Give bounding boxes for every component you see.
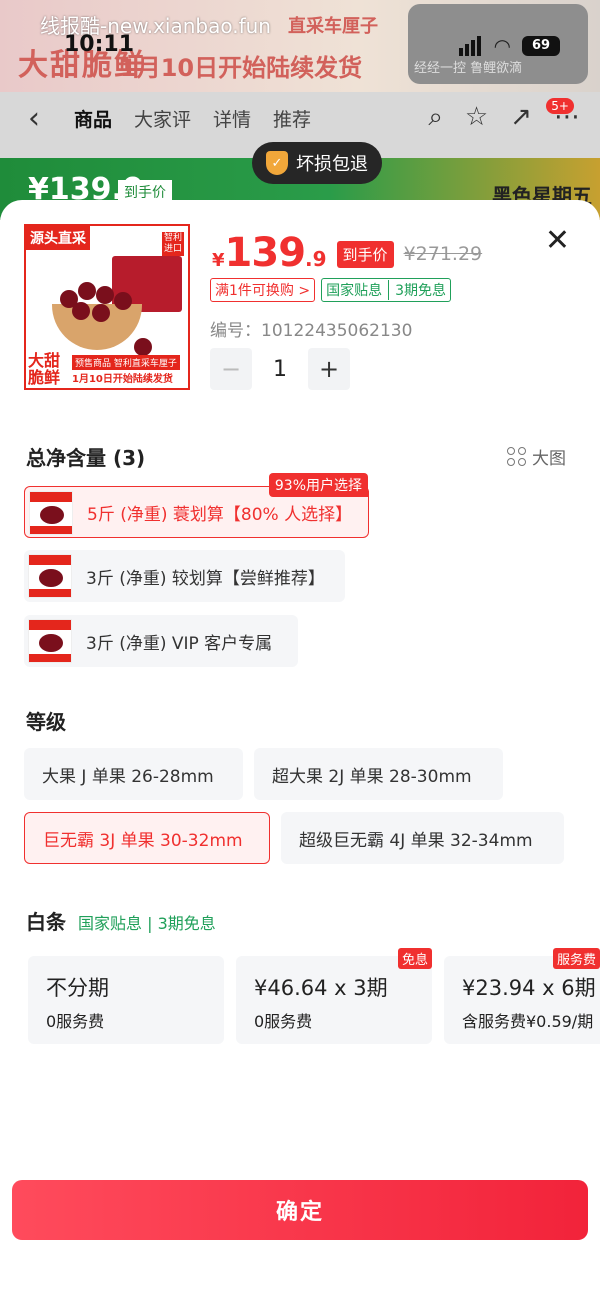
image-presale: 预售商品 智利直采车厘子 (72, 355, 180, 370)
banner-subtitle: 1月10日开始陆续发货 (120, 54, 363, 82)
installment-title: 白条 (26, 910, 66, 934)
divider (388, 280, 390, 300)
tab-details[interactable]: 详情 (213, 105, 251, 132)
big-view-button[interactable]: 大图 (507, 444, 566, 469)
exchange-promo[interactable]: 满1件可换购 > (210, 278, 316, 302)
volume-option-vip[interactable]: 3斤 (净重) VIP 客户专属 (24, 615, 298, 667)
installment-option-6[interactable]: ¥23.94 x 6期 含服务费¥0.59/期 服务费 (444, 948, 600, 1044)
toast-damage-refund: ✓ 坏损包退 (252, 142, 382, 184)
option-label: 3斤 (净重) 较划算【尝鲜推荐】 (86, 568, 325, 589)
volume-title: 总净含量 (3) (26, 446, 146, 470)
volume-option-3jin[interactable]: 3斤 (净重) 较划算【尝鲜推荐】 (24, 550, 345, 602)
nav-icons: ⌕ ☆ ↗ ⋯ 5+ (428, 98, 580, 133)
grade-option-2j[interactable]: 超大果 2J 单果 28-30mm (254, 748, 503, 800)
popular-badge: 93%用户选择 (268, 473, 368, 497)
sku-number: 编号：10122435062130 (210, 321, 413, 341)
tab-reviews[interactable]: 大家评 (134, 105, 191, 132)
installment-fee: 0服务费 (254, 1012, 313, 1031)
subsidy-label: 国家贴息 (326, 283, 383, 299)
installment-subtitle: 国家贴息 | 3期免息 (78, 914, 216, 933)
big-view-label: 大图 (532, 449, 566, 469)
grid-icon (507, 447, 526, 466)
search-icon[interactable]: ⌕ (428, 102, 443, 133)
back-icon[interactable]: ‹ (28, 101, 40, 136)
grade-option-4j[interactable]: 超级巨无霸 4J 单果 32-34mm (281, 812, 564, 864)
signal-icon (458, 36, 483, 56)
service-fee-badge: 服务费 (552, 948, 600, 969)
installment-fee: 含服务费¥0.59/期 (462, 1012, 594, 1031)
image-ship-date: 1月10日开始陆续发货 (72, 374, 173, 385)
status-icons: ◠ 69 (458, 34, 560, 58)
option-label: 5斤 (净重) 蓑划算【80% 人选择】 (87, 504, 353, 525)
decrease-button[interactable]: − (210, 348, 252, 390)
price-integer: 139 (224, 230, 306, 276)
banner-thumbnail-text: 经经一控 鲁鲤欲滴 (414, 61, 523, 76)
installment-fee: 0服务费 (46, 1012, 105, 1031)
installment-option-3[interactable]: ¥46.64 x 3期 0服务费 免息 (236, 948, 432, 1044)
cherry-icon (78, 282, 96, 300)
increase-button[interactable]: + (308, 348, 350, 390)
status-time: 10:11 (64, 32, 135, 57)
banner-tag: 直采车厘子 (288, 16, 378, 37)
cherry-icon (92, 304, 110, 322)
option-thumbnail (28, 554, 72, 598)
installment-header: 白条 国家贴息 | 3期免息 (26, 906, 216, 935)
cherry-icon (72, 302, 90, 320)
cherry-icon (96, 286, 114, 304)
grade-option-j[interactable]: 大果 J 单果 26-28mm (24, 748, 243, 800)
tab-product[interactable]: 商品 (74, 105, 112, 132)
wifi-icon: ◠ (494, 34, 510, 58)
quantity-value[interactable]: 1 (260, 357, 300, 382)
sku-sheet: 源头直采 智利进口 大甜脆鲜 预售商品 智利直采车厘子 1月10日开始陆续发货 … (0, 200, 600, 1300)
confirm-button[interactable]: 确定 (12, 1180, 588, 1240)
cherry-icon (134, 338, 152, 356)
option-label: 3斤 (净重) VIP 客户专属 (86, 633, 273, 654)
final-price-tag: 到手价 (336, 241, 394, 268)
option-thumbnail (28, 619, 72, 663)
interest-promo: 国家贴息 3期免息 (321, 278, 452, 302)
grade-option-3j[interactable]: 巨无霸 3J 单果 30-32mm (24, 812, 270, 864)
image-tag-source: 源头直采 (26, 226, 90, 250)
promo-row: 满1件可换购 > 国家贴息 3期免息 (210, 278, 452, 302)
price-decimal: .9 (305, 247, 327, 271)
installment-label: 3期免息 (395, 283, 447, 299)
option-thumbnail (29, 491, 73, 535)
product-image[interactable]: 源头直采 智利进口 大甜脆鲜 预售商品 智利直采车厘子 1月10日开始陆续发货 (24, 224, 190, 390)
battery-icon: 69 (522, 36, 560, 56)
image-slogan: 大甜脆鲜 (28, 351, 61, 387)
grade-title: 等级 (26, 710, 66, 734)
share-icon[interactable]: ↗ (510, 102, 532, 133)
installment-amount: ¥46.64 x 3期 (254, 976, 388, 1000)
installment-option-none[interactable]: 不分期 0服务费 (28, 956, 224, 1044)
close-icon[interactable]: ✕ (545, 226, 570, 256)
cherry-icon (114, 292, 132, 310)
star-icon[interactable]: ☆ (465, 102, 488, 133)
shield-check-icon: ✓ (266, 151, 288, 175)
product-nav: ‹ 商品 大家评 详情 推荐 ⌕ ☆ ↗ ⋯ 5+ (0, 96, 600, 140)
notification-badge: 5+ (546, 98, 574, 114)
tab-recommend[interactable]: 推荐 (273, 105, 311, 132)
installment-amount: 不分期 (46, 976, 109, 1000)
price-row: ¥ 139 .9 到手价 ¥271.29 (212, 230, 482, 276)
toast-text: 坏损包退 (296, 154, 368, 175)
image-tag-import: 智利进口 (162, 232, 184, 256)
original-price: ¥271.29 (403, 243, 483, 265)
volume-option-5jin[interactable]: 5斤 (净重) 蓑划算【80% 人选择】 93%用户选择 (24, 473, 369, 538)
installment-amount: ¥23.94 x 6期 (462, 976, 596, 1000)
price-symbol: ¥ (212, 250, 225, 271)
quantity-stepper: − 1 + (210, 348, 350, 390)
interest-free-badge: 免息 (397, 948, 432, 969)
